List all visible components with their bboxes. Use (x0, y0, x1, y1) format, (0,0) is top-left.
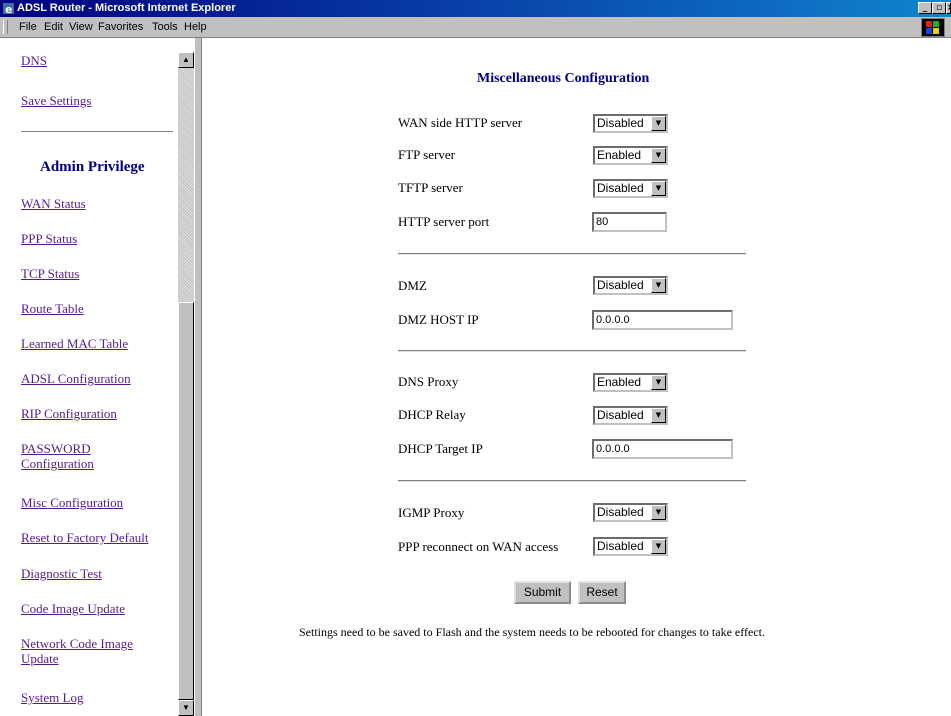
section-divider (398, 480, 746, 482)
label-dns-proxy: DNS Proxy (398, 374, 459, 389)
nav-network-line1: Network Code Image (21, 636, 133, 651)
menu-grip (3, 20, 8, 34)
nav-code-image-update[interactable]: Code Image Update (21, 601, 125, 616)
nav-password-line2: Configuration (21, 456, 94, 471)
select-value: Enabled (597, 375, 642, 389)
nav-save-settings[interactable]: Save Settings (21, 93, 91, 108)
menu-view[interactable]: View (69, 21, 93, 33)
select-igmp-proxy[interactable]: Disabled ▼ (593, 503, 668, 522)
select-value: Disabled (597, 116, 644, 130)
nav-password-line1: PASSWORD (21, 441, 91, 456)
left-nav-frame: DNS Save Settings Admin Privilege WAN St… (0, 38, 194, 716)
nav-learned-mac-table[interactable]: Learned MAC Table (21, 336, 128, 351)
window-title: ADSL Router - Microsoft Internet Explore… (17, 2, 236, 14)
nav-network-code-image-update[interactable]: Network Code Image Update (21, 636, 133, 666)
section-divider (398, 253, 746, 255)
submit-button[interactable]: Submit (514, 581, 571, 604)
label-wan-http-server: WAN side HTTP server (398, 115, 523, 130)
dropdown-arrow-icon: ▼ (651, 539, 666, 554)
nav-scrollbar[interactable]: ▲ ▼ (178, 52, 194, 716)
label-ftp-server: FTP server (398, 147, 455, 162)
nav-wan-status[interactable]: WAN Status (21, 196, 86, 211)
dropdown-arrow-icon: ▼ (651, 408, 666, 423)
footnote-text: Settings need to be saved to Flash and t… (299, 625, 765, 639)
nav-rip-configuration[interactable]: RIP Configuration (21, 406, 117, 421)
select-value: Enabled (597, 148, 642, 162)
input-dmz-host-ip[interactable]: 0.0.0.0 (592, 310, 733, 330)
input-dhcp-target-ip[interactable]: 0.0.0.0 (592, 439, 733, 459)
menu-file[interactable]: File (19, 21, 37, 33)
nav-tcp-status[interactable]: TCP Status (21, 266, 79, 281)
label-tftp-server: TFTP server (398, 180, 463, 195)
window-title-bar: e ADSL Router - Microsoft Internet Explo… (0, 0, 951, 17)
nav-route-table[interactable]: Route Table (21, 301, 84, 316)
menu-edit[interactable]: Edit (44, 21, 63, 33)
nav-reset-factory-default[interactable]: Reset to Factory Default (21, 530, 148, 545)
input-http-server-port[interactable]: 80 (592, 212, 667, 232)
dropdown-arrow-icon: ▼ (651, 375, 666, 390)
nav-heading-admin: Admin Privilege (40, 159, 145, 175)
label-ppp-reconnect: PPP reconnect on WAN access (398, 539, 559, 554)
dropdown-arrow-icon: ▼ (651, 278, 666, 293)
dropdown-arrow-icon: ▼ (651, 505, 666, 520)
close-button[interactable]: × (946, 2, 951, 14)
label-dmz-host-ip: DMZ HOST IP (398, 312, 479, 327)
menu-bar: File Edit View Favorites Tools Help (0, 17, 951, 38)
select-value: Disabled (597, 505, 644, 519)
select-ppp-reconnect[interactable]: Disabled ▼ (593, 537, 668, 556)
menu-tools[interactable]: Tools (152, 21, 178, 33)
nav-divider (21, 131, 173, 133)
select-value: Disabled (597, 408, 644, 422)
select-dmz[interactable]: Disabled ▼ (593, 276, 668, 295)
menu-favorites[interactable]: Favorites (98, 21, 143, 33)
nav-ppp-status[interactable]: PPP Status (21, 231, 77, 246)
select-dns-proxy[interactable]: Enabled ▼ (593, 373, 668, 392)
label-http-server-port: HTTP server port (398, 214, 490, 229)
nav-dns[interactable]: DNS (21, 53, 47, 68)
dropdown-arrow-icon: ▼ (651, 116, 666, 131)
select-value: Disabled (597, 181, 644, 195)
windows-logo-icon (921, 18, 945, 37)
nav-network-line2: Update (21, 651, 59, 666)
select-ftp-server[interactable]: Enabled ▼ (593, 146, 668, 165)
svg-text:e: e (5, 3, 12, 15)
label-dhcp-relay: DHCP Relay (398, 407, 466, 422)
select-tftp-server[interactable]: Disabled ▼ (593, 179, 668, 198)
nav-password-configuration[interactable]: PASSWORD Configuration (21, 441, 94, 471)
nav-diagnostic-test[interactable]: Diagnostic Test (21, 566, 102, 581)
nav-adsl-configuration[interactable]: ADSL Configuration (21, 371, 131, 386)
select-value: Disabled (597, 539, 644, 553)
menu-help[interactable]: Help (184, 21, 207, 33)
select-value: Disabled (597, 278, 644, 292)
page-title: Miscellaneous Configuration (477, 71, 650, 86)
select-wan-http-server[interactable]: Disabled ▼ (593, 114, 668, 133)
reset-button[interactable]: Reset (578, 581, 626, 604)
select-dhcp-relay[interactable]: Disabled ▼ (593, 406, 668, 425)
nav-system-log[interactable]: System Log (21, 690, 83, 705)
label-igmp-proxy: IGMP Proxy (398, 505, 465, 520)
dropdown-arrow-icon: ▼ (651, 148, 666, 163)
label-dhcp-target-ip: DHCP Target IP (398, 441, 483, 456)
scroll-down-arrow-icon[interactable]: ▼ (178, 700, 194, 716)
frame-divider[interactable] (194, 38, 202, 716)
section-divider (398, 350, 746, 352)
scroll-up-arrow-icon[interactable]: ▲ (178, 52, 194, 68)
internet-explorer-icon: e (3, 3, 14, 15)
label-dmz: DMZ (398, 278, 427, 293)
nav-misc-configuration[interactable]: Misc Configuration (21, 495, 123, 510)
scroll-thumb[interactable] (178, 302, 194, 700)
minimize-button[interactable]: _ (918, 2, 932, 14)
maximize-button[interactable]: ▫ (932, 2, 946, 14)
dropdown-arrow-icon: ▼ (651, 181, 666, 196)
